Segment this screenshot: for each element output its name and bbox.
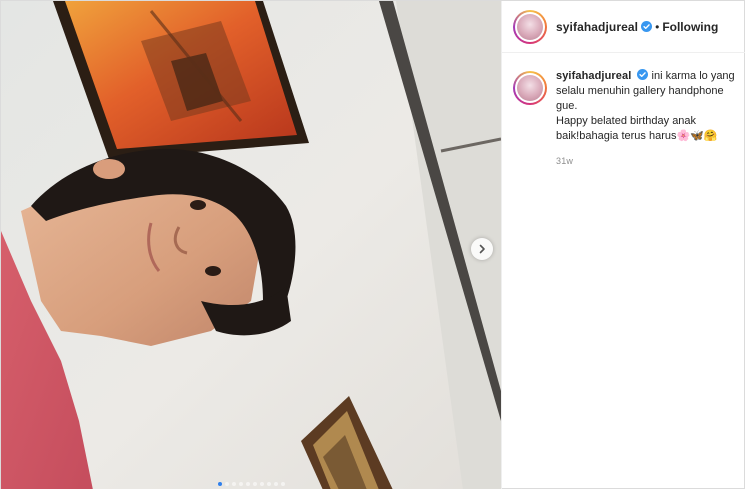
carousel-dot [224,482,229,486]
post-media[interactable] [1,1,501,489]
carousel-dot [259,482,264,486]
verified-badge-icon [641,21,653,32]
butterfly-emoji-icon: 🦋 [690,130,704,142]
header-username[interactable]: syifahadjureal [556,20,638,34]
carousel-indicator [1,482,501,486]
chevron-right-icon [479,244,485,254]
next-slide-button[interactable] [471,238,493,260]
carousel-dot [266,482,271,486]
header-separator: • [655,19,660,34]
caption-username[interactable]: syifahadjureal [556,70,631,82]
carousel-dot [245,482,250,486]
blossom-emoji-icon: 🌸 [676,130,691,142]
avatar-image [517,75,543,101]
caption-body: syifahadjureal ini karma lo yang selalu … [556,69,736,169]
avatar-image [517,13,543,40]
caption-comment: syifahadjureal ini karma lo yang selalu … [502,53,745,169]
post-photo [1,1,501,489]
carousel-dot [252,482,257,486]
hugging-emoji-icon: 🤗 [703,130,718,142]
carousel-dot [273,482,278,486]
carousel-dot [217,482,222,486]
caption-first-line: syifahadjureal ini karma lo yang selalu … [556,69,736,114]
carousel-dot [280,482,285,486]
caption-avatar[interactable] [513,71,547,105]
carousel-dot [238,482,243,486]
verified-badge-icon [637,69,649,80]
caption-text-2: Happy belated birthday anak baik!bahagia… [556,115,697,142]
post-timestamp[interactable]: 31w [556,154,736,169]
post-header: syifahadjureal • Following [502,1,745,53]
carousel-dot [231,482,236,486]
avatar[interactable] [513,9,547,44]
caption-second-line: Happy belated birthday anak baik!bahagia… [556,114,736,144]
following-button[interactable]: Following [662,20,718,34]
post-sidebar: syifahadjureal • Following syifahadjurea… [501,1,745,489]
instagram-post: syifahadjureal • Following syifahadjurea… [0,0,745,489]
